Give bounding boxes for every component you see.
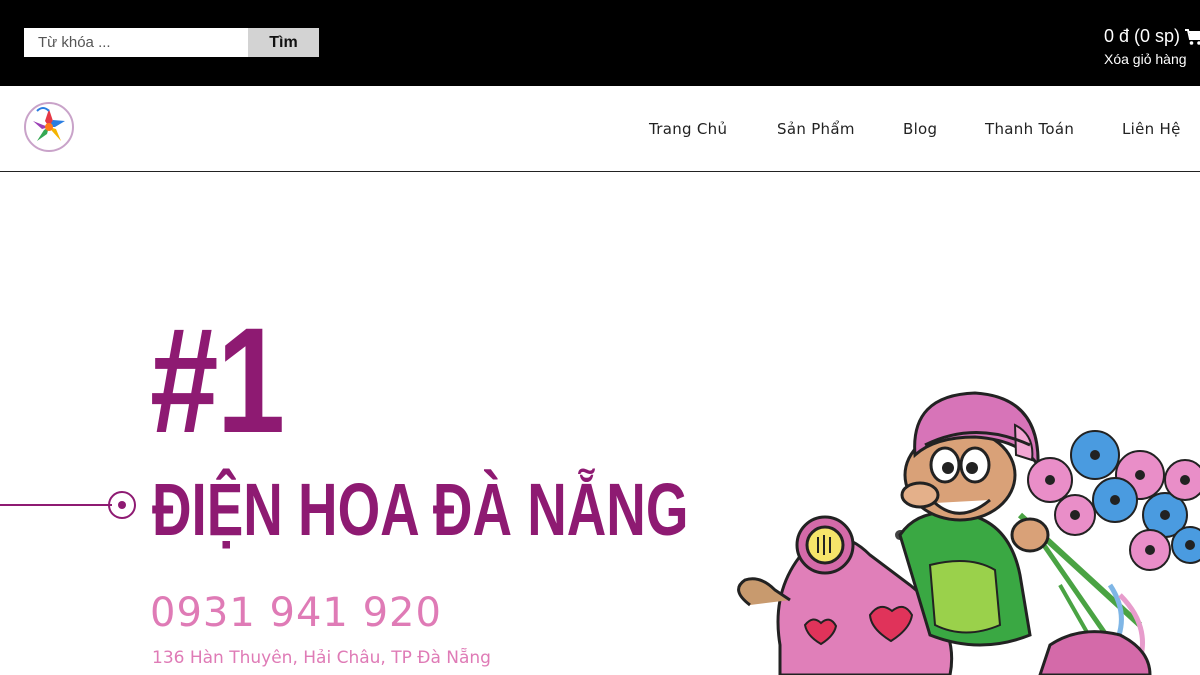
- hero-phone: 0931 941 920: [150, 590, 442, 636]
- hero-divider-dot: [118, 501, 126, 509]
- nav-item-home[interactable]: Trang Chủ: [649, 120, 727, 138]
- hero-address: 136 Hàn Thuyên, Hải Châu, TP Đà Nẵng: [152, 648, 491, 668]
- hero-divider-line: [0, 504, 112, 506]
- nav-item-blog[interactable]: Blog: [903, 120, 937, 138]
- delivery-mascot-illustration: [737, 391, 1200, 675]
- hero-title: ĐIỆN HOA ĐÀ NẴNG: [152, 468, 689, 551]
- nav-item-contact[interactable]: Liên Hệ: [1122, 120, 1181, 138]
- nav-item-payment[interactable]: Thanh Toán: [985, 120, 1074, 138]
- clear-cart-link[interactable]: Xóa giỏ hàng: [1104, 51, 1187, 67]
- cart-icon[interactable]: [1184, 28, 1200, 46]
- top-bar: Tìm 0 đ (0 sp) Xóa giỏ hàng: [0, 0, 1200, 86]
- cart-total[interactable]: 0 đ (0 sp): [1104, 26, 1180, 47]
- search-button[interactable]: Tìm: [248, 28, 319, 57]
- search-input[interactable]: [24, 28, 248, 57]
- main-navbar: Trang Chủ Sản Phẩm Blog Thanh Toán Liên …: [0, 86, 1200, 172]
- nav-item-products[interactable]: Sản Phẩm: [777, 120, 855, 138]
- hero-rank: #1: [150, 296, 285, 464]
- flower-logo[interactable]: [23, 101, 75, 153]
